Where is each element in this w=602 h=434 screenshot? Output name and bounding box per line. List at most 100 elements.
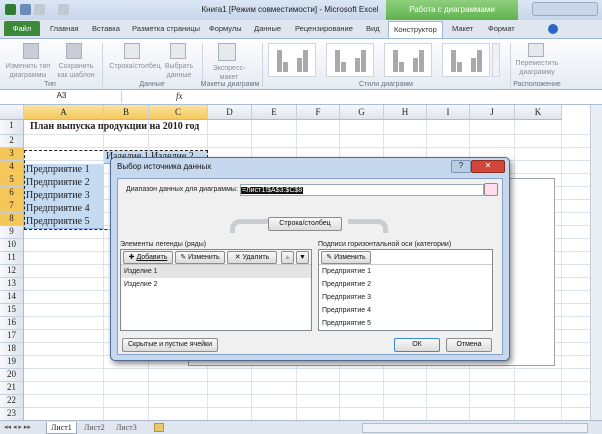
save-as-template-button[interactable]: Сохранить как шаблон — [54, 62, 98, 80]
select-all-corner[interactable] — [0, 105, 24, 120]
row-header-13[interactable]: 13 — [0, 278, 24, 291]
row-header-23[interactable]: 23 — [0, 408, 24, 420]
help-button[interactable]: ? — [451, 160, 471, 173]
quick-layout-button[interactable]: Экспресс-макет — [204, 64, 254, 82]
row-header-17[interactable]: 17 — [0, 330, 24, 343]
sheet-tab-1[interactable]: Лист1 — [46, 422, 77, 434]
gridline — [24, 368, 590, 369]
cancel-button[interactable]: Отмена — [446, 338, 492, 352]
select-data-button[interactable]: Выбрать данные — [160, 62, 198, 80]
row-header-4[interactable]: 4 — [0, 161, 24, 174]
help-icon[interactable] — [548, 24, 558, 34]
add-series-button[interactable]: ✚ Добавить — [123, 251, 173, 264]
column-header-D[interactable]: D — [208, 105, 252, 120]
row-header-9[interactable]: 9 — [0, 226, 24, 239]
row-header-5[interactable]: 5 — [0, 174, 24, 187]
tab-file[interactable]: Файл — [4, 21, 40, 36]
row-header-14[interactable]: 14 — [0, 291, 24, 304]
vertical-scrollbar[interactable] — [590, 105, 602, 420]
row-header-21[interactable]: 21 — [0, 382, 24, 395]
window-controls[interactable] — [532, 2, 598, 16]
tab-home[interactable]: Главная — [50, 24, 79, 33]
formula-input[interactable] — [196, 91, 590, 103]
row-header-10[interactable]: 10 — [0, 239, 24, 252]
formula-bar: A3 fx — [0, 90, 602, 105]
ribbon: Изменить тип диаграммы Сохранить как шаб… — [0, 38, 602, 90]
name-box[interactable]: A3 — [2, 91, 122, 103]
horizontal-scrollbar[interactable] — [362, 423, 588, 433]
move-up-button[interactable]: ▲ — [281, 251, 294, 264]
category-item[interactable]: Предприятие 1 — [319, 265, 492, 278]
row-header-18[interactable]: 18 — [0, 343, 24, 356]
tab-design[interactable]: Конструктор — [388, 21, 443, 38]
row-header-11[interactable]: 11 — [0, 252, 24, 265]
row-header-15[interactable]: 15 — [0, 304, 24, 317]
category-list: ✎ Изменить Предприятие 1 Предприятие 2 П… — [318, 249, 493, 331]
switch-row-column-button[interactable]: Строка/столбец — [268, 217, 342, 231]
insert-sheet-icon[interactable] — [154, 423, 164, 432]
close-button[interactable]: ✕ — [471, 160, 505, 173]
column-header-J[interactable]: J — [470, 105, 515, 120]
series-item[interactable]: Изделие 2 — [121, 278, 311, 291]
category-item[interactable]: Предприятие 2 — [319, 278, 492, 291]
redo-icon[interactable] — [58, 4, 69, 15]
column-header-F[interactable]: F — [297, 105, 340, 120]
sheet-nav-arrows[interactable]: ◂◂ ◂ ▸ ▸▸ — [4, 423, 31, 431]
sheet-tab-3[interactable]: Лист3 — [112, 422, 141, 433]
save-icon[interactable] — [20, 4, 31, 15]
range-input[interactable]: =Лист1!$A$3:$C$8 — [240, 184, 484, 196]
category-item[interactable]: Предприятие 5 — [319, 317, 492, 330]
column-header-G[interactable]: G — [340, 105, 384, 120]
row-header-2[interactable]: 2 — [0, 135, 24, 148]
sheet-tab-2[interactable]: Лист2 — [80, 422, 109, 433]
row-header-7[interactable]: 7 — [0, 200, 24, 213]
hidden-empty-cells-button[interactable]: Скрытые и пустые ячейки — [122, 338, 218, 352]
select-data-source-dialog: Выбор источника данных ? ✕ Диапазон данн… — [110, 157, 510, 361]
chart-style-4[interactable] — [442, 43, 490, 77]
move-chart-button[interactable]: Переместить диаграмму — [512, 59, 562, 77]
chart-style-1[interactable] — [268, 43, 316, 77]
undo-icon[interactable] — [34, 4, 45, 15]
category-item[interactable]: Предприятие 4 — [319, 304, 492, 317]
tab-layout[interactable]: Макет — [452, 24, 473, 33]
row-header-19[interactable]: 19 — [0, 356, 24, 369]
row-header-12[interactable]: 12 — [0, 265, 24, 278]
change-chart-type-button[interactable]: Изменить тип диаграммы — [2, 62, 54, 80]
group-layouts-label: Макеты диаграмм — [200, 81, 260, 88]
tab-format[interactable]: Формат — [488, 24, 515, 33]
styles-scroll[interactable] — [492, 43, 500, 77]
tab-view[interactable]: Вид — [366, 24, 380, 33]
column-header-C[interactable]: C — [149, 105, 208, 120]
switch-row-column-button[interactable]: Строка/столбец — [106, 62, 164, 71]
delete-series-button[interactable]: ✕ Удалить — [227, 251, 277, 264]
collapse-range-icon[interactable] — [484, 183, 498, 196]
row-header-1[interactable]: 1 — [0, 120, 24, 135]
move-down-button[interactable]: ▼ — [296, 251, 309, 264]
fx-icon[interactable]: fx — [176, 91, 183, 101]
column-header-B[interactable]: B — [104, 105, 149, 120]
row-header-8[interactable]: 8 — [0, 213, 24, 226]
tab-data[interactable]: Данные — [254, 24, 281, 33]
column-header-I[interactable]: I — [427, 105, 470, 120]
chart-style-3[interactable] — [384, 43, 432, 77]
series-item[interactable]: Изделие 1 — [121, 265, 311, 278]
category-item[interactable]: Предприятие 3 — [319, 291, 492, 304]
row-header-3[interactable]: 3 — [0, 148, 24, 161]
row-header-22[interactable]: 22 — [0, 395, 24, 408]
tab-page-layout[interactable]: Разметка страницы — [132, 24, 200, 33]
column-header-E[interactable]: E — [252, 105, 297, 120]
cell-A1[interactable]: План выпуска продукции на 2010 год — [28, 121, 199, 132]
edit-series-button[interactable]: ✎ Изменить — [175, 251, 225, 264]
tab-review[interactable]: Рецензирование — [295, 24, 353, 33]
column-header-A[interactable]: A — [24, 105, 104, 120]
row-header-6[interactable]: 6 — [0, 187, 24, 200]
edit-categories-button[interactable]: ✎ Изменить — [321, 251, 371, 264]
chart-style-2[interactable] — [326, 43, 374, 77]
row-header-20[interactable]: 20 — [0, 369, 24, 382]
column-header-K[interactable]: K — [515, 105, 562, 120]
column-header-H[interactable]: H — [384, 105, 427, 120]
ok-button[interactable]: ОК — [394, 338, 440, 352]
row-header-16[interactable]: 16 — [0, 317, 24, 330]
tab-insert[interactable]: Вставка — [92, 24, 120, 33]
tab-formulas[interactable]: Формулы — [209, 24, 242, 33]
